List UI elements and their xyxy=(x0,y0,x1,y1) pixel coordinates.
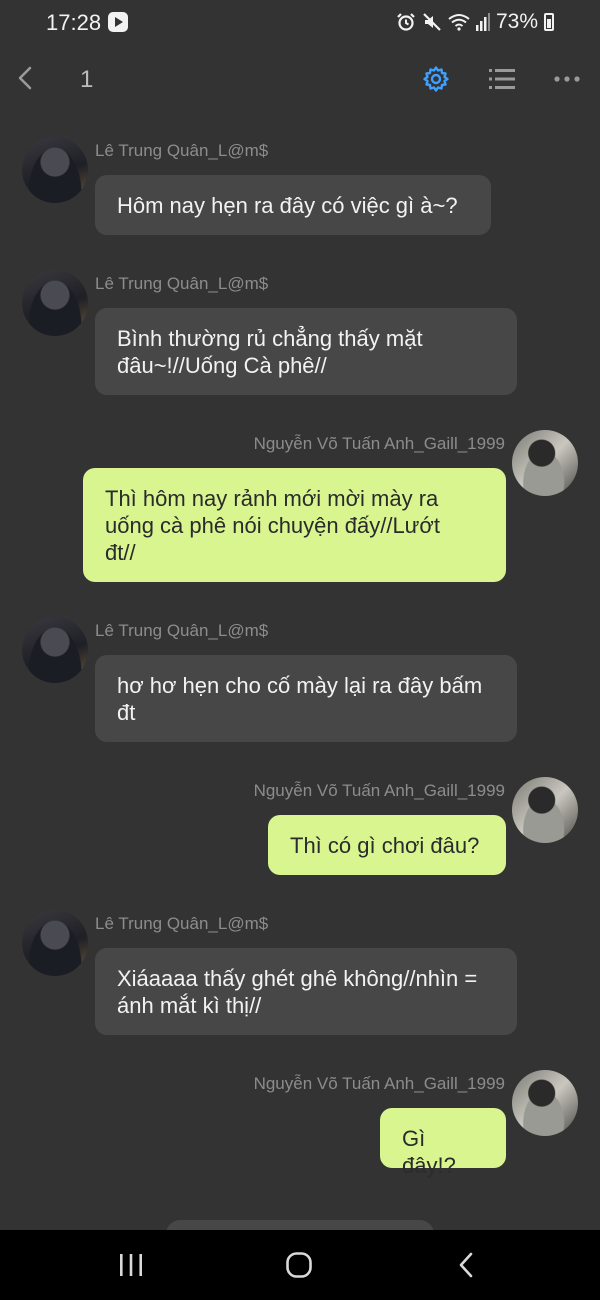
more-button[interactable] xyxy=(548,60,586,98)
status-bar: 17:28 73% xyxy=(0,0,600,46)
list-icon xyxy=(489,69,515,89)
message-bubble[interactable]: Hôm nay hẹn ra đây có việc gì à~? xyxy=(95,175,491,235)
sender-name: Lê Trung Quân_L@m$ xyxy=(95,621,269,640)
status-time: 17:28 xyxy=(46,10,102,35)
sender-name: Nguyễn Võ Tuấn Anh_Gaill_1999 xyxy=(253,434,505,453)
home-button[interactable] xyxy=(279,1245,319,1285)
avatar[interactable] xyxy=(22,617,88,683)
avatar[interactable] xyxy=(22,910,88,976)
conversation-title: 1 xyxy=(80,66,94,93)
mute-icon xyxy=(422,12,442,32)
more-icon xyxy=(554,76,580,82)
system-nav-bar xyxy=(0,1230,600,1300)
message-bubble[interactable]: Xiáaaaa thấy ghét ghê không//nhìn = ánh … xyxy=(95,948,517,1035)
sender-name: Nguyễn Võ Tuấn Anh_Gaill_1999 xyxy=(253,1074,505,1093)
message-bubble[interactable]: Thì có gì chơi đâu? xyxy=(268,815,506,875)
back-icon xyxy=(459,1252,473,1278)
chevron-left-icon xyxy=(18,66,32,90)
avatar[interactable] xyxy=(512,777,578,843)
avatar[interactable] xyxy=(22,137,88,203)
avatar[interactable] xyxy=(512,430,578,496)
youtube-icon xyxy=(108,12,128,32)
alarm-icon xyxy=(396,12,416,32)
sender-name: Nguyễn Võ Tuấn Anh_Gaill_1999 xyxy=(253,781,505,800)
message-bubble[interactable]: hơ hơ hẹn cho cố mày lại ra đây bấm đt xyxy=(95,655,517,742)
back-nav-button[interactable] xyxy=(447,1245,487,1285)
list-button[interactable] xyxy=(483,60,521,98)
sender-name: Lê Trung Quân_L@m$ xyxy=(95,274,269,293)
avatar[interactable] xyxy=(512,1070,578,1136)
recents-icon xyxy=(120,1254,142,1276)
sender-name: Lê Trung Quân_L@m$ xyxy=(95,914,269,933)
home-icon xyxy=(286,1252,312,1278)
settings-button[interactable] xyxy=(417,60,455,98)
chat-toolbar: 1 xyxy=(0,46,600,112)
gear-icon xyxy=(423,66,449,92)
wifi-icon xyxy=(448,13,470,31)
recents-button[interactable] xyxy=(111,1245,151,1285)
avatar[interactable] xyxy=(22,270,88,336)
battery-percent: 73% xyxy=(495,10,538,33)
signal-icon xyxy=(475,13,490,31)
battery-icon xyxy=(544,13,554,31)
back-button[interactable] xyxy=(10,60,46,96)
sender-name: Lê Trung Quân_L@m$ xyxy=(95,141,269,160)
message-bubble[interactable]: Bình thường rủ chẳng thấy mặt đâu~!//Uốn… xyxy=(95,308,517,395)
status-icons: 73% xyxy=(396,10,554,34)
message-bubble[interactable]: Thì hôm nay rảnh mới mời mày ra uống cà … xyxy=(83,468,506,582)
message-bubble[interactable]: Gì đây!? xyxy=(380,1108,506,1178)
